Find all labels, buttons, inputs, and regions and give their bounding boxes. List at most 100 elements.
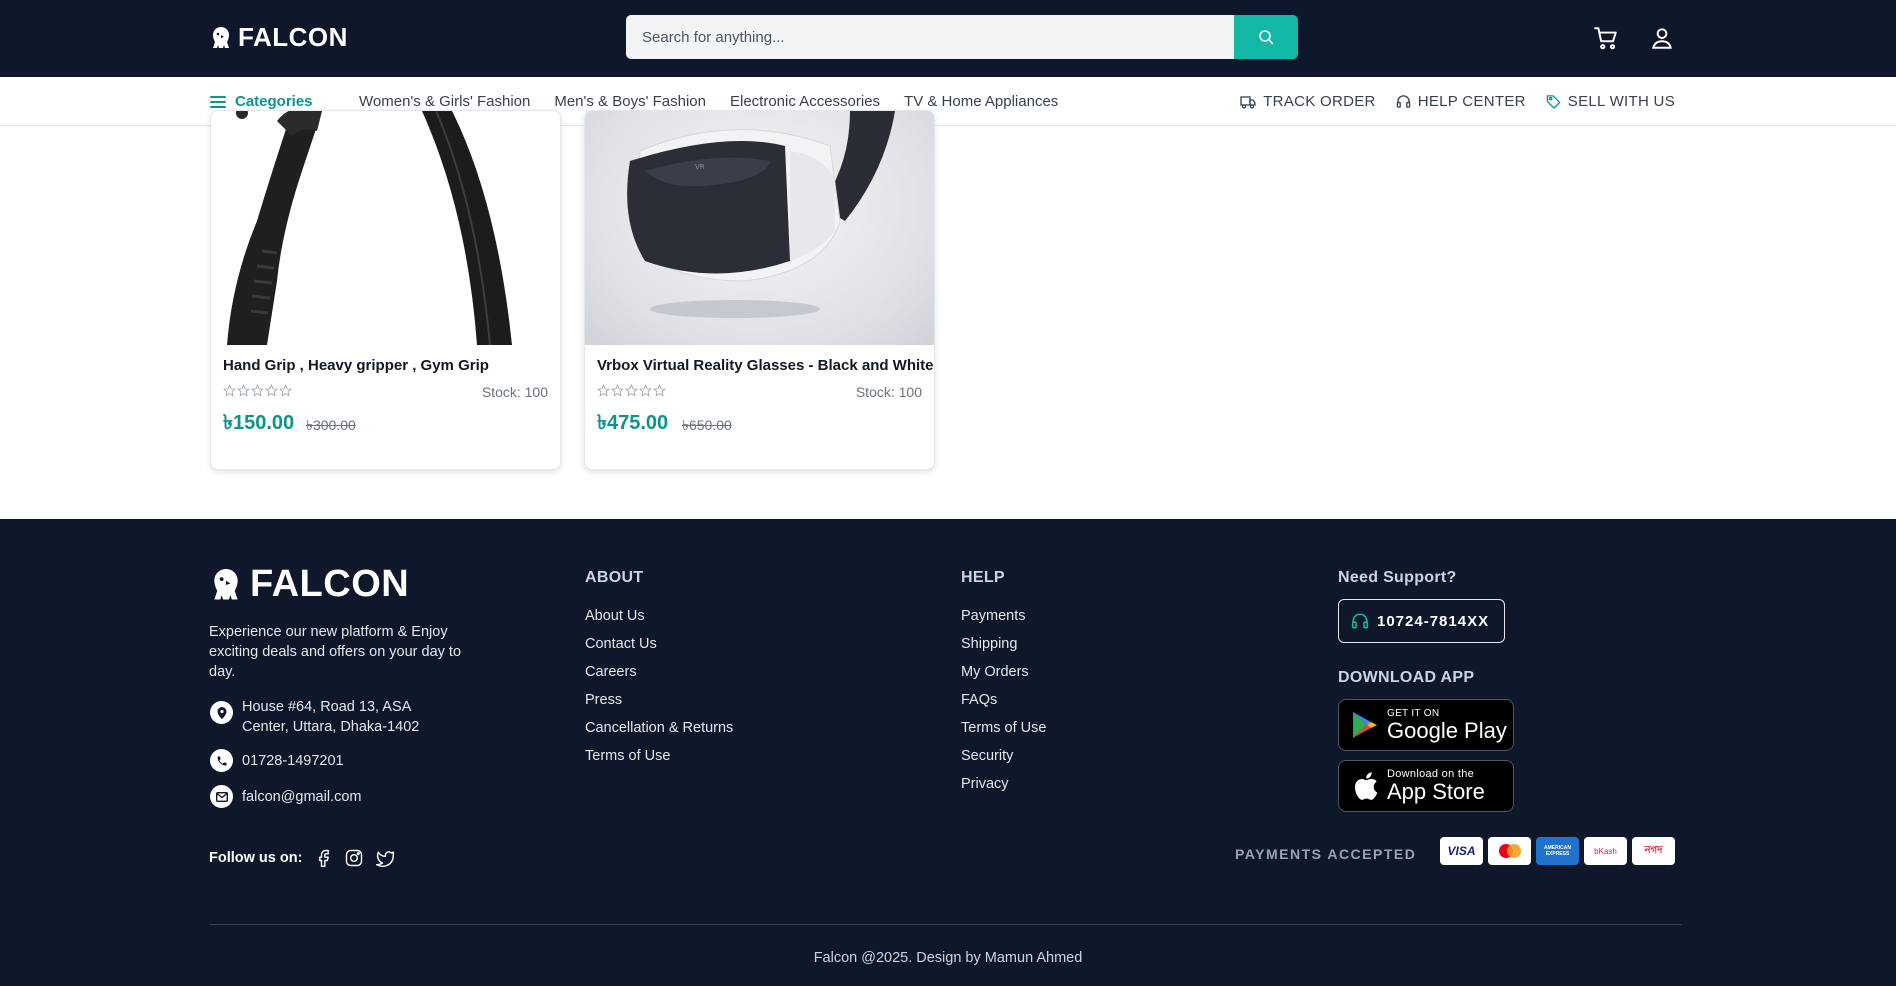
search-button[interactable] — [1234, 15, 1298, 59]
hamburger-icon — [210, 95, 226, 108]
product-image-hand-grip[interactable] — [222, 111, 553, 345]
bkash-icon: bKash — [1584, 837, 1627, 865]
star-icon — [597, 384, 610, 397]
categories-label: Categories — [235, 93, 313, 110]
header-logo[interactable]: FALCON — [210, 22, 348, 53]
product-card[interactable]: VR Vrbox Virtual Reality Glasses - Black… — [584, 110, 935, 470]
copyright-text: Falcon @2025. Design by Mamun Ahmed — [813, 950, 1083, 966]
nav-utility-links: TRACK ORDER HELP CENTER SELL WITH US — [1240, 93, 1675, 110]
help-link-privacy[interactable]: Privacy — [961, 774, 1046, 794]
star-icon — [639, 384, 652, 397]
help-heading: HELP — [961, 569, 1005, 586]
footer-email[interactable]: falcon@gmail.com — [210, 785, 361, 808]
address-line-1: House #64, Road 13, ASA — [242, 699, 412, 715]
about-link-about-us[interactable]: About Us — [585, 606, 733, 626]
nagad-icon: নগদ — [1632, 837, 1675, 865]
product-price: ৳150.00 — [223, 412, 295, 434]
app-store-big-text: App Store — [1387, 779, 1485, 804]
product-stock: Stock: 100 — [855, 384, 922, 400]
svg-text:VR: VR — [695, 163, 705, 171]
app-store-button[interactable]: Download on the App Store — [1338, 760, 1514, 812]
twitter-icon — [376, 851, 395, 867]
search-icon — [1259, 30, 1274, 45]
download-app-heading: DOWNLOAD APP — [1338, 669, 1475, 686]
help-link-my-orders[interactable]: My Orders — [961, 662, 1046, 682]
help-center-link[interactable]: HELP CENTER — [1396, 93, 1526, 110]
help-link-security[interactable]: Security — [961, 746, 1046, 766]
categories-menu[interactable]: Categories — [210, 93, 313, 110]
star-icon — [653, 384, 666, 397]
visa-icon: VISA — [1440, 837, 1483, 865]
product-card[interactable]: Hand Grip , Heavy gripper , Gym Grip Sto… — [210, 110, 561, 470]
product-price: ৳475.00 — [597, 412, 669, 434]
apple-icon — [1354, 772, 1378, 800]
cart-icon — [1594, 27, 1617, 50]
star-icon — [611, 384, 624, 397]
about-link-press[interactable]: Press — [585, 690, 733, 710]
star-icon — [279, 384, 292, 397]
account-button[interactable] — [1649, 25, 1675, 51]
nav-link-womens-fashion[interactable]: Women's & Girls' Fashion — [359, 93, 530, 110]
help-link-terms-of-use[interactable]: Terms of Use — [961, 718, 1046, 738]
google-play-big-text: Google Play — [1387, 717, 1507, 743]
about-link-contact-us[interactable]: Contact Us — [585, 634, 733, 654]
help-link-shipping[interactable]: Shipping — [961, 634, 1046, 654]
nav-link-electronic-accessories[interactable]: Electronic Accessories — [730, 93, 880, 110]
star-icon — [625, 384, 638, 397]
tag-icon — [1546, 95, 1561, 109]
footer-help-column: HELP Payments Shipping My Orders FAQs Te… — [961, 569, 1046, 802]
phone-icon — [210, 749, 233, 772]
help-center-label: HELP CENTER — [1417, 93, 1526, 110]
nav-link-tv-home-appliances[interactable]: TV & Home Appliances — [904, 93, 1058, 110]
nagad-label: নগদ — [1644, 844, 1663, 856]
amex-icon: AMERICAN EXPRESS — [1536, 837, 1579, 865]
support-phone-button[interactable]: 10724-7814XX — [1338, 599, 1505, 643]
support-phone-number: 10724-7814XX — [1377, 612, 1490, 630]
footer-phone[interactable]: 01728-1497201 — [210, 749, 344, 772]
product-rating — [223, 384, 292, 397]
instagram-link[interactable] — [344, 848, 364, 868]
site-footer: FALCON Experience our new platform & Enj… — [0, 519, 1896, 986]
product-image-vr-glasses[interactable]: VR — [585, 111, 934, 345]
sell-with-us-link[interactable]: SELL WITH US — [1546, 93, 1675, 110]
user-icon — [1652, 28, 1672, 49]
mastercard-icon — [1488, 837, 1531, 865]
product-stock: Stock: 100 — [481, 384, 548, 400]
about-link-careers[interactable]: Careers — [585, 662, 733, 682]
visa-label: VISA — [1447, 844, 1476, 858]
support-section: Need Support? — [1338, 569, 1457, 587]
search-bar — [626, 15, 1298, 59]
twitter-link[interactable] — [374, 848, 396, 868]
location-pin-icon — [210, 701, 233, 724]
social-links — [314, 848, 396, 868]
about-link-terms-of-use[interactable]: Terms of Use — [585, 746, 733, 766]
footer-logo[interactable]: FALCON — [210, 563, 409, 606]
sell-with-us-label: SELL WITH US — [1567, 93, 1675, 110]
headset-icon — [1396, 95, 1410, 108]
about-heading: ABOUT — [585, 569, 644, 586]
product-title[interactable]: Hand Grip , Heavy gripper , Gym Grip — [223, 357, 489, 374]
bkash-label: bKash — [1594, 846, 1617, 856]
search-input[interactable] — [626, 15, 1234, 59]
footer-divider — [210, 924, 1682, 925]
eagle-logo-icon — [214, 568, 238, 600]
facebook-link[interactable] — [314, 848, 334, 868]
facebook-icon — [319, 849, 330, 868]
track-order-link[interactable]: TRACK ORDER — [1240, 93, 1375, 110]
google-play-small-text: GET IT ON — [1387, 707, 1440, 719]
top-header: FALCON — [0, 0, 1896, 77]
logo-text: FALCON — [238, 22, 348, 52]
instagram-icon — [346, 849, 363, 867]
google-play-button[interactable]: GET IT ON Google Play — [1338, 699, 1514, 751]
phone-number: 01728-1497201 — [242, 752, 344, 769]
help-link-payments[interactable]: Payments — [961, 606, 1046, 626]
about-link-cancellation-returns[interactable]: Cancellation & Returns — [585, 718, 733, 738]
product-old-price: ৳650.00 — [682, 417, 732, 433]
cart-button[interactable] — [1593, 25, 1619, 51]
footer-address: House #64, Road 13, ASA Center, Uttara, … — [210, 697, 419, 737]
star-icon — [237, 384, 250, 397]
email-address: falcon@gmail.com — [242, 788, 362, 805]
nav-link-mens-fashion[interactable]: Men's & Boys' Fashion — [554, 93, 706, 110]
product-title[interactable]: Vrbox Virtual Reality Glasses - Black an… — [597, 357, 934, 374]
help-link-faqs[interactable]: FAQs — [961, 690, 1046, 710]
